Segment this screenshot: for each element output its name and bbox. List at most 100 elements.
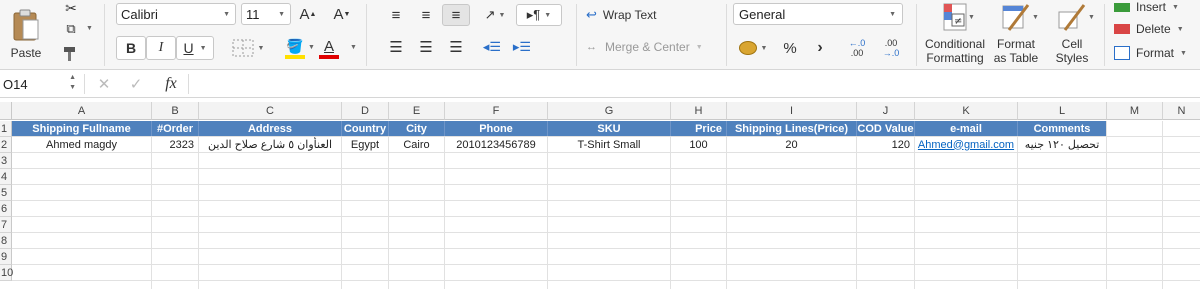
row-header-10[interactable]: 10 [0, 265, 13, 281]
delete-button[interactable]: Delete ▼ [1114, 21, 1200, 37]
percent-button[interactable]: % [778, 36, 802, 60]
merge-center-button[interactable]: ↔ Merge & Center ▼ [586, 36, 716, 58]
paragraph-direction-button[interactable]: ▸¶ ▼ [516, 4, 562, 26]
column-header-l[interactable]: L [1018, 102, 1107, 120]
increase-indent-icon[interactable]: ▸☰ [508, 36, 536, 58]
align-center-icon[interactable]: ☰ [412, 36, 440, 58]
align-left-icon[interactable]: ☰ [382, 36, 410, 58]
copy-dropdown-caret[interactable]: ▼ [86, 25, 93, 32]
confirm-entry-icon[interactable]: ✓ [128, 74, 144, 94]
paint-bucket-icon: 🪣 [286, 37, 304, 54]
column-header-m[interactable]: M [1107, 102, 1163, 120]
column-header-f[interactable]: F [445, 102, 548, 120]
delete-label: Delete [1136, 22, 1171, 36]
conditional-formatting-button[interactable]: ≠ Conditional Formatting [920, 2, 990, 66]
font-name-select[interactable]: Calibri ▼ [116, 3, 236, 25]
insert-button[interactable]: Insert ▼ [1114, 0, 1200, 14]
accounting-format-button[interactable]: ▼ [733, 36, 773, 60]
column-header-b[interactable]: B [152, 102, 199, 120]
chevron-down-icon: ▼ [278, 10, 285, 18]
format-cells-icon [1114, 46, 1130, 60]
align-right-icon[interactable]: ☰ [442, 36, 470, 58]
column-header-g[interactable]: G [548, 102, 671, 120]
conditional-formatting-caret[interactable]: ▼ [968, 14, 975, 21]
increase-decimal-bottom: .00 [850, 48, 864, 58]
column-header-d[interactable]: D [342, 102, 389, 120]
underline-button[interactable]: U ▼ [176, 36, 214, 60]
merge-icon: ↔ [586, 41, 597, 53]
format-painter-icon[interactable] [60, 44, 82, 64]
row-header-3[interactable]: 3 [0, 153, 12, 169]
row-header-7[interactable]: 7 [0, 217, 12, 233]
format-label: Format [1136, 46, 1175, 60]
row-header-4[interactable]: 4 [0, 169, 12, 185]
copy-icon[interactable]: ⧉ [60, 20, 82, 38]
chevron-down-icon: ▼ [1180, 49, 1187, 57]
insert-label: Insert [1136, 0, 1167, 14]
orientation-icon[interactable]: ↗ ▼ [478, 4, 512, 26]
font-size-value: 11 [246, 6, 260, 22]
delete-cells-icon [1114, 24, 1130, 34]
row-header-1[interactable]: 1 [0, 121, 12, 137]
align-middle-icon[interactable]: ≡ [412, 4, 440, 26]
wrap-text-button[interactable]: ↩ Wrap Text [586, 4, 696, 26]
chevron-down-icon: ▼ [223, 10, 230, 18]
cancel-entry-icon[interactable]: ✕ [96, 74, 112, 94]
bold-button[interactable]: B [116, 36, 146, 60]
column-header-j[interactable]: J [857, 102, 915, 120]
separator [916, 4, 917, 66]
italic-button[interactable]: I [146, 36, 176, 60]
align-bottom-icon[interactable]: ≡ [442, 4, 470, 26]
column-header-h[interactable]: H [671, 102, 727, 120]
paste-label: Paste [10, 46, 42, 60]
borders-button[interactable]: ▼ [226, 36, 270, 60]
row-header-6[interactable]: 6 [0, 201, 12, 217]
format-as-table-label-1: Format [996, 37, 1035, 51]
row-header-9[interactable]: 9 [0, 249, 12, 265]
align-top-icon[interactable]: ≡ [382, 4, 410, 26]
insert-function-button[interactable]: fx [158, 73, 184, 95]
shrink-font-button[interactable]: A ▼ [330, 3, 354, 25]
number-format-value: General [739, 6, 786, 22]
column-header-c[interactable]: C [199, 102, 342, 120]
chevron-down-icon: ▼ [1172, 3, 1179, 11]
comma-style-button[interactable]: › [808, 36, 832, 60]
borders-icon [232, 39, 254, 57]
decrease-indent-icon[interactable]: ◂☰ [478, 36, 506, 58]
column-header-k[interactable]: K [915, 102, 1018, 120]
increase-decimal-button[interactable]: ←.0 .00 [842, 34, 872, 62]
cell-styles-caret[interactable]: ▼ [1088, 14, 1095, 21]
row-header-5[interactable]: 5 [0, 185, 12, 201]
format-as-table-icon [1002, 4, 1030, 31]
cell-styles-button[interactable]: Cell Styles [1046, 2, 1098, 66]
svg-text:≠: ≠ [954, 16, 962, 27]
select-all-corner[interactable] [0, 102, 12, 120]
grow-font-label: A [299, 5, 310, 23]
row-header-2[interactable]: 2 [0, 137, 12, 153]
font-size-select[interactable]: 11 ▼ [241, 3, 291, 25]
empty-cell-gridlines [12, 121, 1200, 289]
grow-font-button[interactable]: A ▲ [296, 3, 320, 25]
cut-icon[interactable]: ✂ [60, 0, 82, 16]
chevron-down-icon: ▼ [1176, 25, 1184, 33]
column-header-n[interactable]: N [1163, 102, 1200, 120]
paste-button[interactable]: Paste [4, 2, 48, 66]
name-box-value: O14 [3, 76, 28, 92]
font-color-caret[interactable]: ▼ [350, 44, 357, 51]
column-header-e[interactable]: E [389, 102, 445, 120]
format-button[interactable]: Format ▼ [1114, 44, 1200, 62]
format-as-table-label-2: as Table [993, 51, 1039, 65]
format-as-table-button[interactable]: Format as Table [990, 2, 1042, 66]
conditional-formatting-icon: ≠ [943, 3, 967, 31]
column-header-i[interactable]: I [727, 102, 857, 120]
formula-input[interactable] [192, 73, 1196, 95]
decrease-decimal-top: .00 [884, 38, 898, 48]
column-header-a[interactable]: A [12, 102, 152, 120]
number-format-select[interactable]: General ▼ [733, 3, 903, 25]
font-color-button[interactable]: A [314, 34, 344, 62]
merge-center-label: Merge & Center [605, 40, 690, 54]
format-as-table-caret[interactable]: ▼ [1032, 14, 1039, 21]
row-header-8[interactable]: 8 [0, 233, 12, 249]
decrease-decimal-button[interactable]: .00 →.0 [876, 34, 906, 62]
name-box[interactable]: O14 ▲ ▼ [0, 72, 80, 96]
